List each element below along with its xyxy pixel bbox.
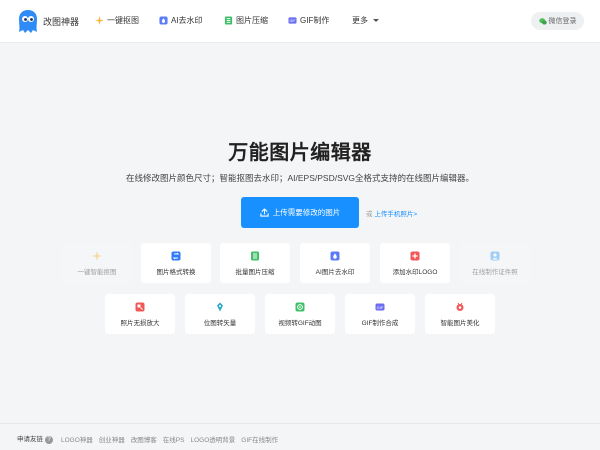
video-gif-icon xyxy=(295,302,305,311)
gif-icon: GIF xyxy=(288,17,297,24)
tool-card-batch-compress[interactable]: 批量图片压缩 xyxy=(220,243,290,283)
footer-link[interactable]: LOGO神器 xyxy=(61,434,93,444)
wechat-icon xyxy=(538,17,547,25)
tool-card-label: 照片无损放大 xyxy=(120,319,160,327)
page-subtitle: 在线修改图片颜色尺寸；智能抠图去水印；AI/EPS/PSD/SVG全格式支持的在… xyxy=(125,173,475,183)
friend-links-text: 申请友链 xyxy=(17,436,43,443)
tool-card-label: 视频转GIF动图 xyxy=(278,319,322,327)
nav-item-label: GIF制作 xyxy=(300,16,330,25)
enlarge-icon xyxy=(135,302,145,311)
tool-card-bitmap-to-vector[interactable]: 位图转矢量 xyxy=(185,294,255,334)
gif-icon: GIF xyxy=(375,303,385,310)
tool-card-gif-maker[interactable]: GIF GIF制作合成 xyxy=(345,294,415,334)
nav-item-label: 图片压缩 xyxy=(236,16,268,25)
sparkle-icon xyxy=(95,16,104,25)
tool-card-partial-left xyxy=(52,294,97,334)
tool-card-lossless-enlarge[interactable]: 照片无损放大 xyxy=(105,294,175,334)
upload-phone-photo-link[interactable]: 上传手机照片> xyxy=(374,211,417,218)
nav-item-label: AI去水印 xyxy=(171,16,203,25)
vector-icon xyxy=(217,302,223,311)
compress-icon xyxy=(224,16,233,25)
ai-watermark-icon xyxy=(159,16,168,25)
svg-text:GIF: GIF xyxy=(290,19,297,23)
compress-icon xyxy=(251,251,259,260)
tool-card-partial-right xyxy=(503,294,548,334)
tool-card-label: 一键智能抠图 xyxy=(77,268,117,276)
upload-label: 上传需要修改的图片 xyxy=(272,208,341,217)
or-label: 或 xyxy=(366,211,373,218)
nav-item-gif[interactable]: GIF GIF制作 xyxy=(288,15,329,26)
upload-image-button[interactable]: 上传需要修改的图片 xyxy=(241,197,359,228)
logo-icon[interactable] xyxy=(17,9,39,34)
nav-item-label: 更多 xyxy=(352,16,368,25)
wechat-login-button[interactable]: 微信登录 xyxy=(531,12,584,30)
tool-card-label: 添加水印LOGO xyxy=(392,268,438,276)
login-label: 微信登录 xyxy=(548,18,577,25)
tool-card-label: 批量图片压缩 xyxy=(235,268,275,276)
tool-card-format-convert[interactable]: 图片格式转换 xyxy=(141,243,211,283)
upload-icon xyxy=(260,208,269,217)
chevron-down-icon xyxy=(373,19,379,22)
footer-divider xyxy=(0,423,600,424)
tool-card-label: 在线制作证件照 xyxy=(472,268,518,276)
footer-link[interactable]: LOGO透明背景 xyxy=(190,434,235,444)
sparkle-icon xyxy=(92,250,102,261)
tool-card-video-to-gif[interactable]: 视频转GIF动图 xyxy=(265,294,335,334)
footer-link[interactable]: 在线PS xyxy=(163,434,185,444)
footer-link[interactable]: 改图博客 xyxy=(131,434,157,444)
nav-item-more[interactable]: 更多 xyxy=(352,15,379,26)
nav-item-compress[interactable]: 图片压缩 xyxy=(224,15,268,26)
tool-card-ai-watermark[interactable]: AI图片去水印 xyxy=(300,243,370,283)
tool-card-label: GIF制作合成 xyxy=(361,319,399,327)
tool-card-id-photo[interactable]: 在线制作证件照 xyxy=(460,243,530,283)
svg-text:GIF: GIF xyxy=(377,304,384,309)
tool-card-smart-beautify[interactable]: 智能图片美化 xyxy=(425,294,495,334)
tool-card-label: 位图转矢量 xyxy=(203,319,237,327)
tool-card-label: AI图片去水印 xyxy=(315,268,355,276)
footer-link[interactable]: GIF在线制作 xyxy=(241,434,278,444)
page-title: 万能图片编辑器 xyxy=(228,142,372,164)
top-header: 改图神器 一键抠图 AI去水印 图片压缩 GIF GIF制作 更多 微信登录 xyxy=(0,0,600,43)
help-icon[interactable]: ? xyxy=(45,436,53,444)
phone-upload-hint: 或 上传手机照片> xyxy=(366,208,417,218)
id-photo-icon xyxy=(490,251,500,260)
footer-links: 申请友链? LOGO神器 创业神器 改图博客 在线PS LOGO透明背景 GIF… xyxy=(17,433,278,444)
tool-card-add-logo[interactable]: 添加水印LOGO xyxy=(380,243,450,283)
tool-card-label: 图片格式转换 xyxy=(156,268,196,276)
tool-card-label: 智能图片美化 xyxy=(440,319,480,327)
beautify-icon xyxy=(456,302,464,311)
add-logo-icon xyxy=(410,251,420,260)
footer-link[interactable]: 创业神器 xyxy=(99,434,125,444)
nav-item-cutout[interactable]: 一键抠图 xyxy=(95,15,139,26)
ai-watermark-icon xyxy=(330,251,340,260)
friend-links-label: 申请友链? xyxy=(17,433,55,444)
convert-icon xyxy=(171,251,181,260)
nav-item-label: 一键抠图 xyxy=(107,16,139,25)
nav-item-ai-watermark[interactable]: AI去水印 xyxy=(159,15,203,26)
brand-name[interactable]: 改图神器 xyxy=(43,15,79,28)
tool-card-smart-cutout[interactable]: 一键智能抠图 xyxy=(62,243,132,283)
